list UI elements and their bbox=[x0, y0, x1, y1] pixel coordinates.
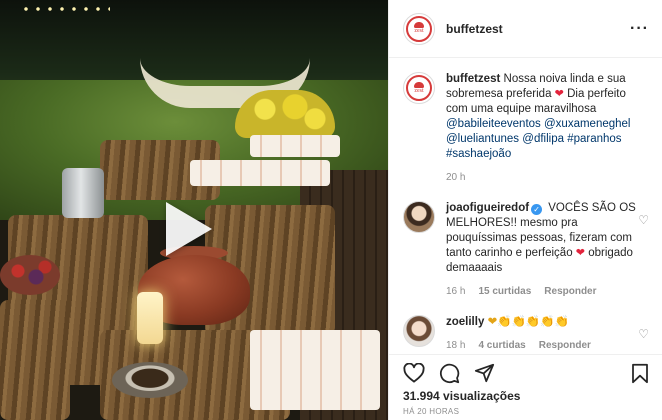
avatar[interactable]: zest bbox=[403, 12, 435, 45]
caption: zest buffetzest Nossa noiva linda e sua … bbox=[403, 72, 649, 185]
comment-bubble-icon[interactable] bbox=[439, 363, 460, 384]
mention-link[interactable]: @babileiteeventos bbox=[446, 118, 541, 130]
comment-body: joaofigueiredof ✓ VOCÊS SÃO OS MELHORES!!… bbox=[446, 201, 642, 299]
candle bbox=[137, 292, 163, 344]
zest-logo-icon: zest bbox=[406, 75, 432, 101]
comment-username[interactable]: zoelilly bbox=[446, 316, 484, 328]
comments-list[interactable]: zest buffetzest Nossa noiva linda e sua … bbox=[389, 58, 662, 354]
reply-button[interactable]: Responder bbox=[539, 338, 591, 353]
post-header: zest buffetzest ··· bbox=[389, 0, 662, 58]
post-actions: 31.994 visualizações HÁ 20 HORAS bbox=[389, 354, 662, 420]
logo-text: zest bbox=[414, 87, 424, 94]
comment-like-heart-icon[interactable]: ♡ bbox=[638, 213, 649, 227]
comment: zoelilly ❤👏👏👏👏👏 18 h 4 curtidas Responde… bbox=[403, 315, 649, 353]
chocolate-bowl bbox=[112, 362, 188, 398]
logo-text: zest bbox=[414, 28, 424, 34]
zest-logo-icon: zest bbox=[406, 15, 432, 42]
hashtag-link[interactable]: #paranhos bbox=[567, 133, 621, 145]
comment-time[interactable]: 18 h bbox=[446, 338, 465, 353]
chafing-dish bbox=[62, 168, 104, 218]
comment-username[interactable]: joaofigueiredof bbox=[446, 202, 529, 214]
avatar[interactable] bbox=[403, 315, 435, 347]
mention-link[interactable]: @xuxameneghel bbox=[544, 118, 630, 130]
comment-likes[interactable]: 4 curtidas bbox=[478, 338, 525, 353]
reply-button[interactable]: Responder bbox=[544, 284, 596, 299]
like-heart-icon[interactable] bbox=[403, 363, 425, 383]
comment-text: ❤👏👏👏👏👏 bbox=[487, 316, 569, 328]
hashtag-link[interactable]: #sashaejoão bbox=[446, 148, 511, 160]
caption-username[interactable]: buffetzest bbox=[446, 73, 500, 85]
dessert-cups bbox=[250, 135, 340, 157]
save-bookmark-icon[interactable] bbox=[631, 363, 649, 384]
string-lights bbox=[20, 4, 110, 14]
comment-time[interactable]: 16 h bbox=[446, 284, 465, 299]
comment-body: zoelilly ❤👏👏👏👏👏 18 h 4 curtidas Responde… bbox=[446, 315, 642, 353]
yellow-flowers bbox=[235, 90, 335, 138]
mention-link[interactable]: @lueliantunes bbox=[446, 133, 519, 145]
play-icon[interactable] bbox=[166, 202, 212, 256]
heart-emoji: ❤ bbox=[554, 88, 564, 100]
comment-meta: 18 h 4 curtidas Responder bbox=[446, 338, 642, 353]
dessert-cups bbox=[190, 160, 330, 186]
post-timestamp[interactable]: HÁ 20 HORAS bbox=[403, 407, 649, 416]
view-count[interactable]: 31.994 visualizações bbox=[403, 389, 649, 403]
share-paper-plane-icon[interactable] bbox=[474, 363, 495, 383]
comment-likes[interactable]: 15 curtidas bbox=[478, 284, 531, 299]
caption-time[interactable]: 20 h bbox=[446, 170, 465, 185]
more-options-icon[interactable]: ··· bbox=[630, 20, 649, 38]
caption-meta: 20 h bbox=[446, 170, 642, 185]
fruit-bowl bbox=[0, 255, 60, 295]
comment-like-heart-icon[interactable]: ♡ bbox=[638, 327, 649, 341]
avatar[interactable] bbox=[403, 201, 435, 233]
dessert-cups bbox=[250, 330, 380, 410]
comment-meta: 16 h 15 curtidas Responder bbox=[446, 284, 642, 299]
post-username[interactable]: buffetzest bbox=[446, 22, 503, 36]
comment: joaofigueiredof ✓ VOCÊS SÃO OS MELHORES!!… bbox=[403, 201, 649, 299]
heart-emoji: ❤ bbox=[575, 247, 585, 259]
caption-body: buffetzest Nossa noiva linda e sua sobre… bbox=[446, 72, 642, 185]
action-icons bbox=[403, 355, 649, 391]
mention-link[interactable]: @dfilipa bbox=[522, 133, 564, 145]
verified-badge-icon: ✓ bbox=[531, 204, 543, 215]
trunk-stand bbox=[0, 300, 70, 420]
post-video[interactable] bbox=[0, 0, 388, 420]
post-sidebar: zest buffetzest ··· zest buffetzest Noss… bbox=[388, 0, 662, 420]
instagram-post: zest buffetzest ··· zest buffetzest Noss… bbox=[0, 0, 662, 420]
avatar[interactable]: zest bbox=[403, 72, 435, 104]
